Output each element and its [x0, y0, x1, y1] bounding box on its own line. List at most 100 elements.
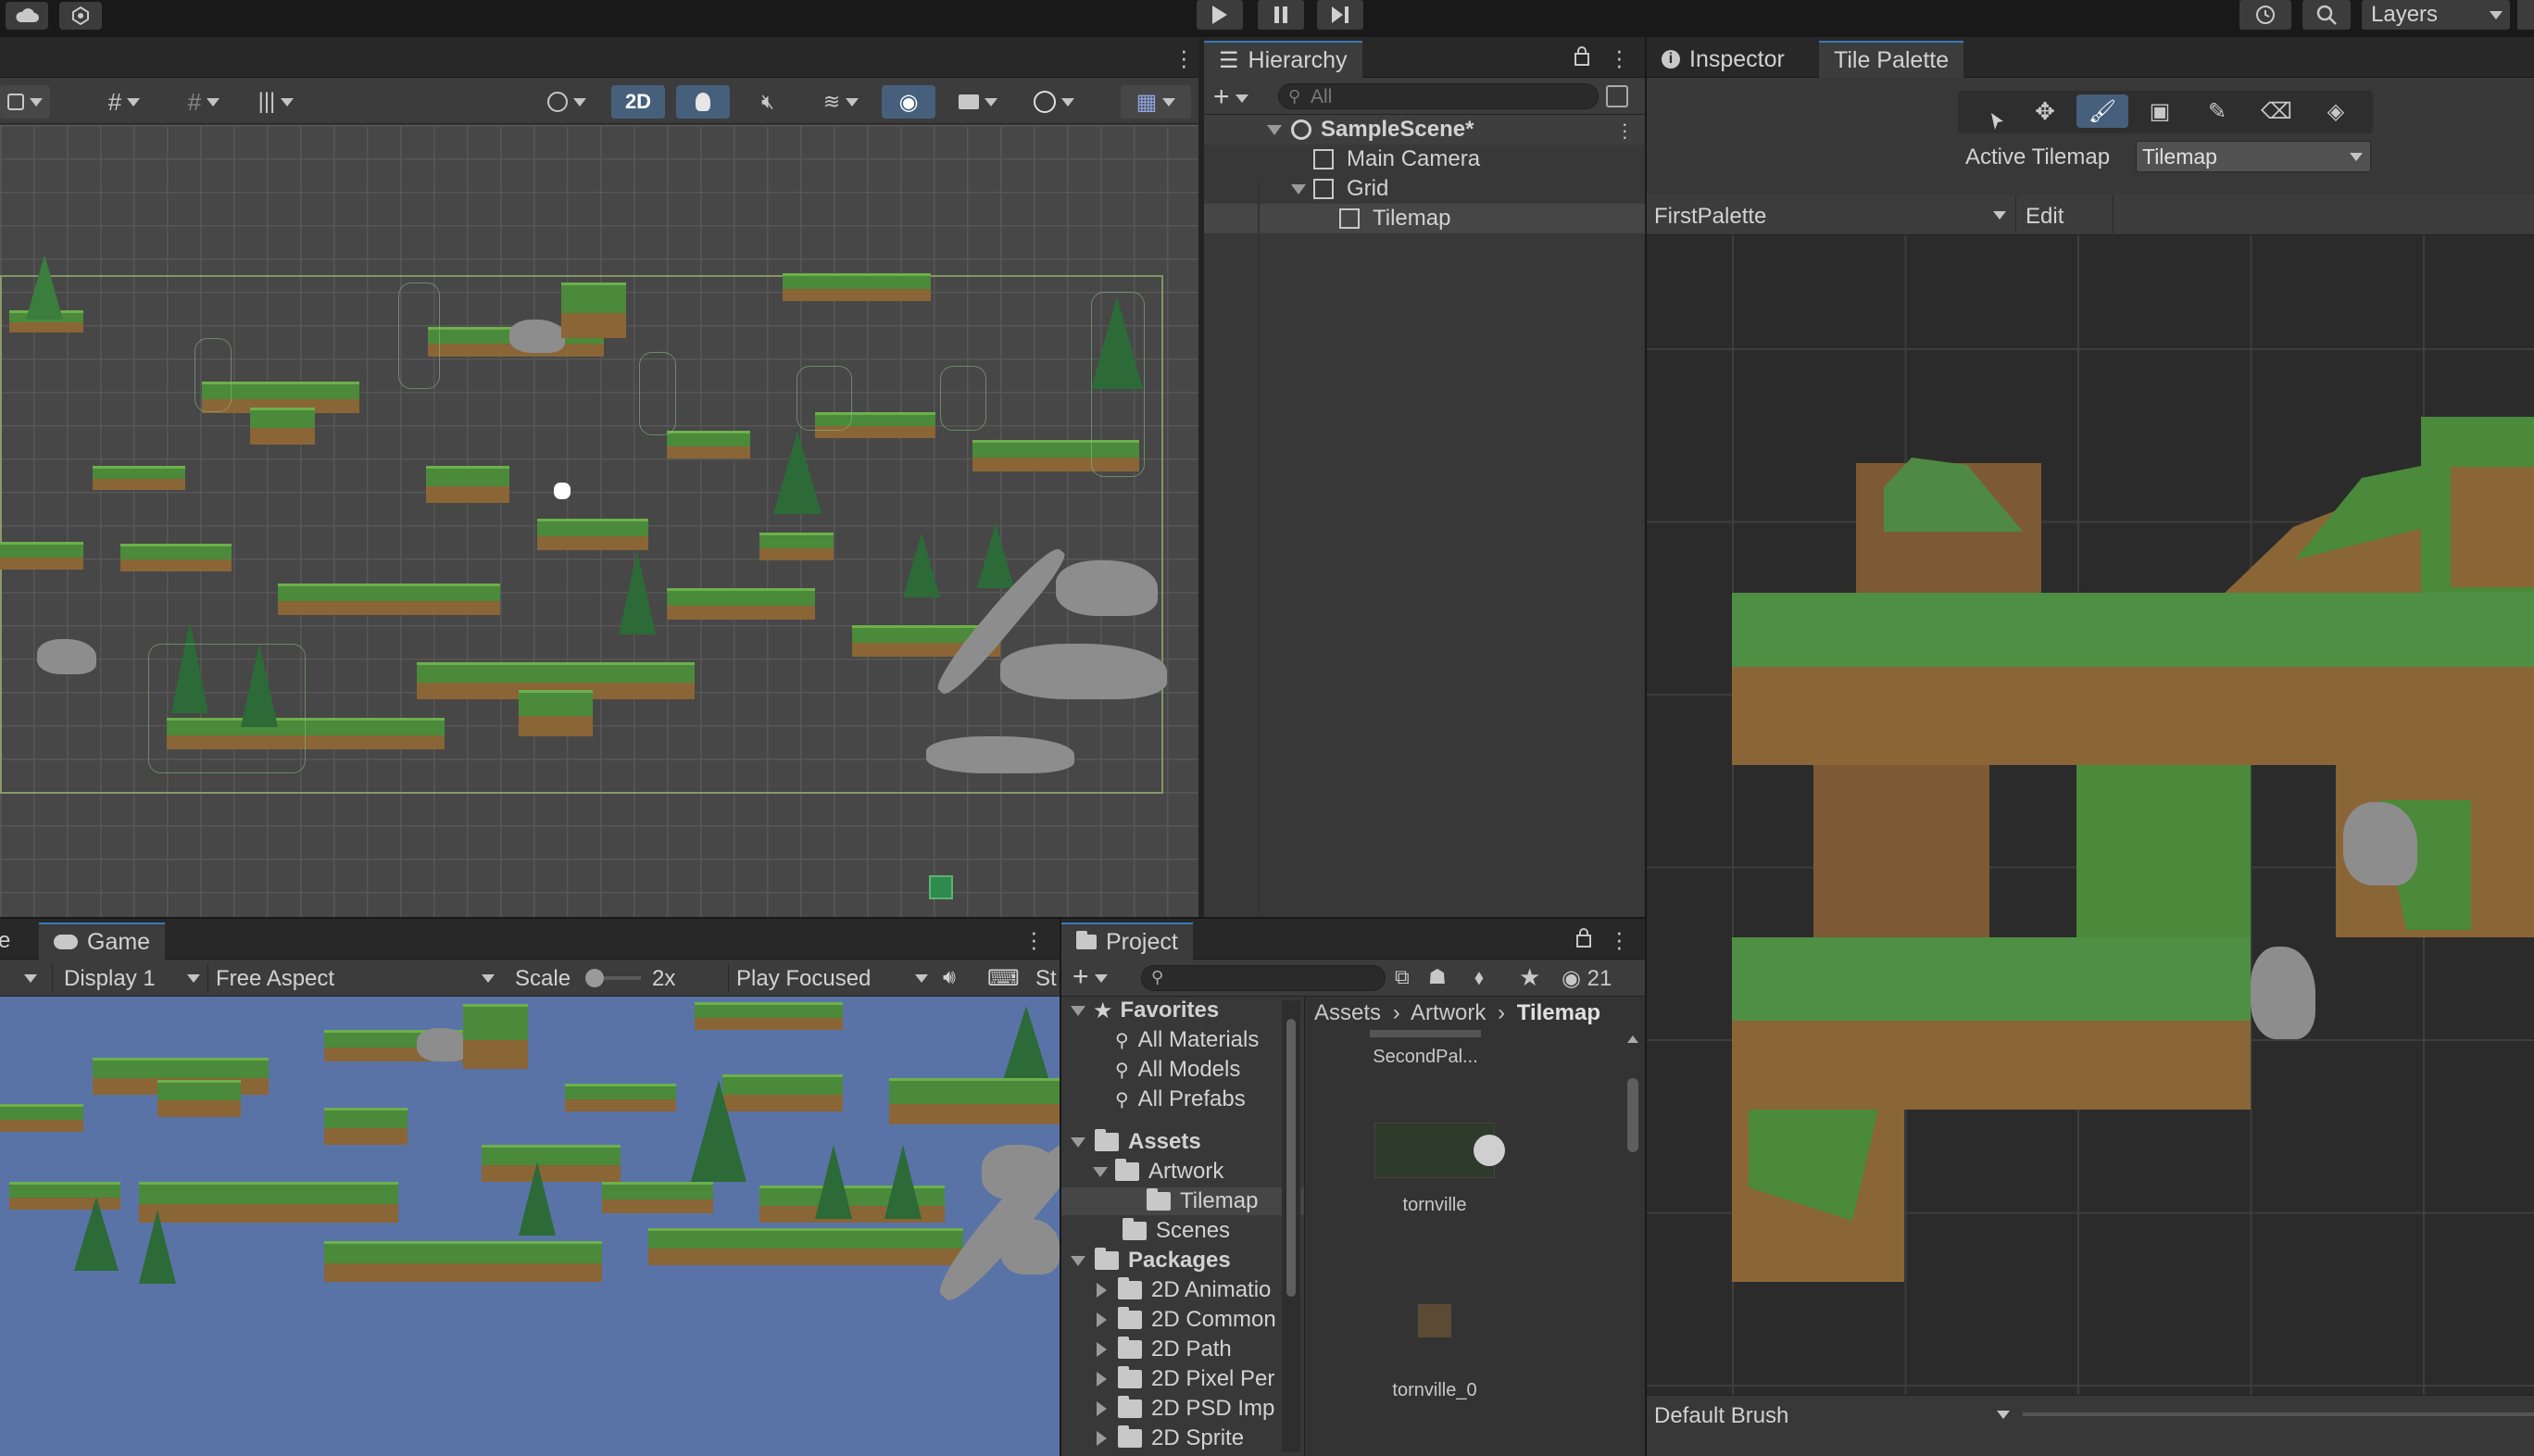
- package-folder[interactable]: 2D Pixel Per: [1061, 1365, 1304, 1393]
- scroll-up-icon[interactable]: [1627, 1036, 1638, 1043]
- favorite-item[interactable]: ⚲ All Materials: [1061, 1026, 1304, 1054]
- palette-tile[interactable]: [1813, 765, 1989, 937]
- artwork-folder[interactable]: Artwork: [1061, 1158, 1304, 1186]
- hidden-packages-toggle[interactable]: ◉ 21: [1562, 965, 1636, 991]
- brush-dropdown[interactable]: Default Brush: [1647, 1396, 2017, 1433]
- increment-snap-button[interactable]: |||: [241, 85, 311, 119]
- project-menu-icon[interactable]: · · ·: [1615, 920, 1624, 959]
- history-button[interactable]: [2239, 0, 2291, 30]
- audio-toggle[interactable]: 🔇︎: [741, 85, 795, 119]
- asset-item-tornville-0[interactable]: tornville_0: [1361, 1304, 1509, 1400]
- aspect-dropdown[interactable]: Free Aspect: [207, 963, 502, 993]
- search-by-label-button[interactable]: ☗: [1428, 965, 1454, 991]
- lock-icon[interactable]: [1573, 926, 1595, 948]
- favorites-header[interactable]: ★ Favorites: [1061, 997, 1304, 1024]
- palette-grid[interactable]: [1647, 235, 2534, 1434]
- stats-grid-button[interactable]: ⌨: [987, 965, 1020, 991]
- hierarchy-item-grid[interactable]: Grid: [1204, 174, 1645, 204]
- project-search-input[interactable]: ⚲: [1141, 965, 1386, 991]
- favorite-item[interactable]: ⚲ All Prefabs: [1061, 1086, 1304, 1113]
- game-menu-icon[interactable]: · · ·: [1030, 920, 1038, 959]
- search-button[interactable]: [2302, 0, 2351, 30]
- picker-tool-button[interactable]: ✎: [2191, 94, 2243, 128]
- grid-snap-button[interactable]: #: [169, 85, 239, 119]
- palette-tile[interactable]: [1732, 593, 2534, 667]
- scene-visibility-button[interactable]: [1606, 85, 1628, 107]
- expand-arrow-icon[interactable]: [1071, 1136, 1085, 1148]
- scene-panel-menu-icon[interactable]: · · ·: [1180, 38, 1188, 77]
- palette-rock-tile[interactable]: [2343, 802, 2417, 885]
- item-menu-icon[interactable]: · · ·: [1622, 113, 1628, 146]
- expand-arrow-icon[interactable]: [1097, 1342, 1107, 1357]
- expand-arrow-icon[interactable]: [1097, 1312, 1107, 1327]
- slider-knob[interactable]: [585, 969, 604, 987]
- game-type-dropdown[interactable]: [0, 965, 43, 991]
- palette-tile[interactable]: [1732, 937, 2251, 1021]
- lock-icon[interactable]: [1571, 44, 1593, 67]
- expand-arrow-icon[interactable]: [1267, 124, 1282, 135]
- asset-item-tornville[interactable]: tornville: [1361, 1123, 1509, 1215]
- tab-hierarchy[interactable]: ☰ Hierarchy: [1204, 41, 1362, 78]
- mode-2d-toggle[interactable]: 2D: [611, 85, 665, 119]
- move-snap-button[interactable]: #: [89, 85, 159, 119]
- scrollbar-thumb[interactable]: [1286, 1019, 1296, 1297]
- camera-settings-button[interactable]: [945, 85, 1011, 119]
- breadcrumb-item[interactable]: Assets: [1314, 1000, 1381, 1025]
- box-fill-tool-button[interactable]: ▣: [2134, 94, 2186, 128]
- hierarchy-item-tilemap[interactable]: Tilemap: [1204, 204, 1645, 233]
- search-by-type-button[interactable]: ⧉: [1395, 965, 1421, 991]
- tab-tile-palette[interactable]: Tile Palette: [1819, 41, 1964, 78]
- package-folder[interactable]: 2D Path: [1061, 1336, 1304, 1363]
- hierarchy-menu-icon[interactable]: · · ·: [1615, 38, 1624, 77]
- effects-toggle[interactable]: ≋: [806, 85, 876, 119]
- hierarchy-search-input[interactable]: ⚲ All: [1278, 83, 1599, 109]
- layout-dropdown[interactable]: [2517, 0, 2534, 30]
- overlay-menu-button[interactable]: ▦: [1121, 85, 1191, 119]
- move-tool-button[interactable]: ✥: [2019, 94, 2071, 128]
- tilemap-folder[interactable]: Tilemap: [1061, 1187, 1304, 1215]
- layers-dropdown[interactable]: Layers: [2362, 0, 2510, 30]
- display-dropdown[interactable]: Display 1: [52, 963, 207, 993]
- package-folder[interactable]: 2D Common: [1061, 1306, 1304, 1334]
- play-button[interactable]: [1197, 0, 1243, 30]
- create-asset-button[interactable]: +: [1073, 961, 1123, 993]
- palette-rock-tile[interactable]: [2251, 947, 2315, 1039]
- game-canvas[interactable]: [0, 997, 1060, 1456]
- palette-dropdown[interactable]: FirstPalette: [1647, 195, 2013, 235]
- draw-mode-button[interactable]: [0, 85, 50, 119]
- expand-arrow-icon[interactable]: [1097, 1401, 1107, 1416]
- expand-arrow-icon[interactable]: [1291, 183, 1306, 195]
- asset-item-secondpalette[interactable]: SecondPal...: [1361, 1030, 1490, 1076]
- palette-tile[interactable]: [2451, 467, 2534, 587]
- tab-scene-partial[interactable]: e: [0, 923, 14, 960]
- active-tilemap-dropdown[interactable]: Tilemap: [2136, 141, 2371, 172]
- paint-tool-button[interactable]: 🖌︎: [2076, 94, 2128, 128]
- expand-arrow-icon[interactable]: [1097, 1431, 1107, 1446]
- favorite-filter-button[interactable]: ★: [1519, 963, 1545, 991]
- palette-tile[interactable]: [2076, 765, 2251, 937]
- expand-arrow-icon[interactable]: [1097, 1283, 1107, 1298]
- play-mode-dropdown[interactable]: Play Focused: [728, 963, 935, 993]
- package-folder[interactable]: 2D Sprite: [1061, 1425, 1304, 1452]
- tab-project[interactable]: Project: [1061, 923, 1193, 960]
- collab-icon[interactable]: [59, 2, 102, 30]
- scrollbar-thumb[interactable]: [1627, 1078, 1638, 1152]
- assets-folder[interactable]: Assets: [1061, 1128, 1304, 1156]
- file-area-scrollbar[interactable]: [1625, 1032, 1641, 1456]
- stats-button[interactable]: St: [1035, 966, 1057, 992]
- expand-arrow-icon[interactable]: [1097, 1372, 1107, 1387]
- cloud-icon[interactable]: [6, 2, 48, 30]
- lighting-toggle[interactable]: [676, 85, 730, 119]
- tab-game[interactable]: Game: [39, 923, 166, 960]
- play-icon[interactable]: [1474, 1135, 1505, 1166]
- green-marker[interactable]: [929, 875, 953, 899]
- pause-button[interactable]: [1258, 0, 1304, 30]
- add-object-button[interactable]: +: [1213, 82, 1263, 112]
- step-button[interactable]: [1317, 0, 1363, 30]
- tag-filter-button[interactable]: ⬧: [1474, 965, 1500, 991]
- favorite-item[interactable]: ⚲ All Models: [1061, 1056, 1304, 1084]
- fill-tool-button[interactable]: ◈: [2310, 94, 2362, 128]
- visibility-toggle[interactable]: ◉: [882, 85, 935, 119]
- package-folder[interactable]: 2D Animatio: [1061, 1276, 1304, 1304]
- packages-folder[interactable]: Packages: [1061, 1247, 1304, 1274]
